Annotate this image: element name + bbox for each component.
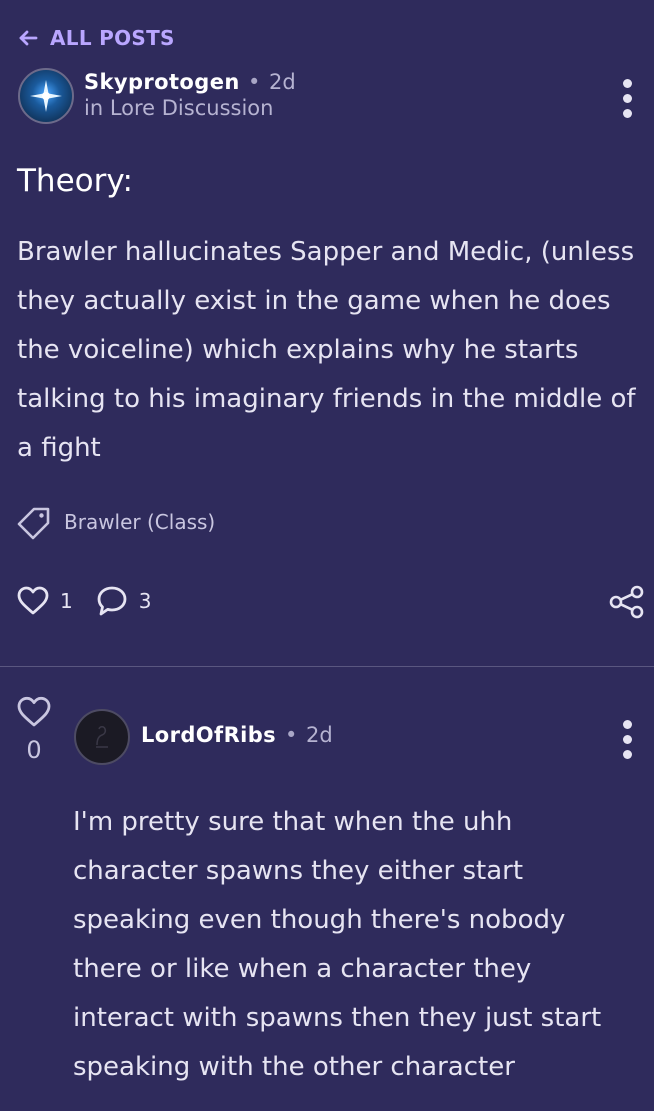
- comment-vote: 0: [14, 694, 54, 764]
- comment-more-options-button[interactable]: [623, 720, 633, 759]
- post-body: Brawler hallucinates Sapper and Medic, (…: [17, 237, 636, 463]
- section-divider: [0, 666, 654, 667]
- kebab-dot: [623, 750, 632, 759]
- kebab-dot: [623, 735, 632, 744]
- like-count: 1: [60, 589, 73, 613]
- op-author-name[interactable]: Skyprotogen: [84, 70, 240, 94]
- user-avatar-icon: [96, 726, 108, 748]
- arrow-left-icon: [19, 30, 38, 46]
- op-post-time: 2d: [269, 70, 296, 94]
- meta-separator: •: [248, 70, 261, 94]
- kebab-dot: [623, 79, 632, 88]
- comment-body: I'm pretty sure that when the uhh charac…: [73, 807, 602, 1082]
- post-more-options-button[interactable]: [623, 79, 633, 118]
- post-actions: 1 3: [16, 584, 173, 618]
- kebab-dot: [623, 109, 632, 118]
- comments-button[interactable]: 3: [95, 584, 152, 618]
- chat-bubble-icon: [97, 586, 127, 616]
- op-avatar[interactable]: [18, 68, 74, 124]
- share-icon[interactable]: [606, 584, 646, 620]
- back-label: ALL POSTS: [50, 26, 175, 50]
- post-page: ALL POSTS Skyprotogen • 2d in Lore Discu…: [0, 0, 654, 1111]
- kebab-dot: [623, 720, 632, 729]
- comment-vote-count: 0: [26, 736, 42, 764]
- post-tag[interactable]: Brawler (Class): [16, 504, 215, 540]
- tag-icon: [17, 507, 50, 540]
- comment-author-name[interactable]: LordOfRibs: [141, 723, 276, 747]
- post-title: Theory:: [17, 163, 133, 199]
- like-button[interactable]: 1: [16, 584, 73, 618]
- op-community[interactable]: in Lore Discussion: [84, 96, 273, 120]
- heart-icon[interactable]: [15, 694, 53, 730]
- back-to-all-posts-link[interactable]: ALL POSTS: [16, 26, 175, 50]
- meta-separator: •: [285, 723, 298, 747]
- heart-icon: [17, 586, 49, 615]
- sparkle-avatar-icon: [30, 80, 62, 112]
- comment-time: 2d: [306, 723, 333, 747]
- comment-avatar[interactable]: [74, 709, 130, 765]
- tag-label: Brawler (Class): [64, 510, 216, 534]
- comment-count: 3: [138, 589, 152, 613]
- kebab-dot: [623, 94, 632, 103]
